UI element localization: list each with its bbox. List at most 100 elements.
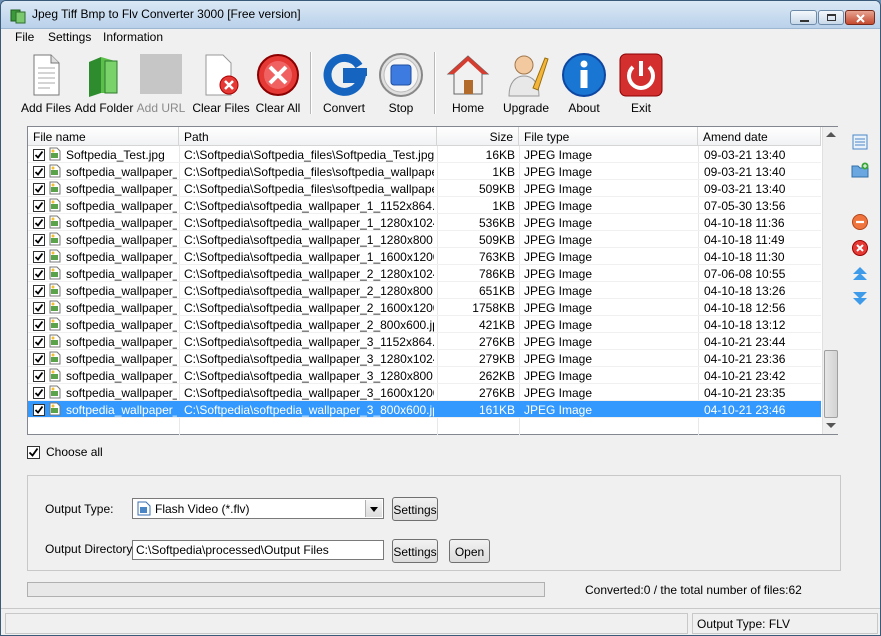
- image-file-icon: [49, 317, 61, 331]
- file-list-header: File name Path Size File type Amend date: [28, 127, 821, 146]
- stop-button[interactable]: Stop: [378, 52, 424, 118]
- output-type-settings-button[interactable]: Settings: [392, 497, 438, 521]
- menu-information[interactable]: Information: [103, 30, 163, 44]
- clear-all-button[interactable]: Clear All: [255, 52, 301, 118]
- output-directory-label: Output Directory:: [45, 542, 136, 556]
- row-checkbox[interactable]: [33, 200, 45, 212]
- row-checkbox[interactable]: [33, 404, 45, 416]
- row-checkbox[interactable]: [33, 285, 45, 297]
- add-url-label: Add URL: [136, 101, 186, 115]
- table-row[interactable]: softpedia_wallpaper_... C:\Softpedia\Soft…: [28, 180, 821, 197]
- clear-all-label: Clear All: [255, 101, 301, 115]
- file-list[interactable]: File name Path Size File type Amend date…: [27, 126, 838, 435]
- column-header-path[interactable]: Path: [179, 127, 437, 146]
- row-checkbox[interactable]: [33, 217, 45, 229]
- table-row[interactable]: softpedia_wallpaper_... C:\Softpedia\soft…: [28, 316, 821, 333]
- cell-name: softpedia_wallpaper_...: [66, 267, 177, 281]
- column-header-file-type[interactable]: File type: [519, 127, 698, 146]
- row-checkbox[interactable]: [33, 149, 45, 161]
- output-directory-field[interactable]: C:\Softpedia\processed\Output Files: [132, 540, 384, 560]
- clear-files-button[interactable]: Clear Files: [192, 52, 250, 118]
- table-row[interactable]: softpedia_wallpaper_... C:\Softpedia\soft…: [28, 333, 821, 350]
- add-url-button[interactable]: Add URL: [137, 52, 185, 118]
- table-row[interactable]: softpedia_wallpaper_... C:\Softpedia\soft…: [28, 401, 821, 418]
- table-row[interactable]: softpedia_wallpaper_... C:\Softpedia\soft…: [28, 350, 821, 367]
- image-file-icon: [49, 351, 61, 365]
- maximize-button[interactable]: [818, 10, 844, 25]
- output-directory-settings-button[interactable]: Settings: [392, 539, 438, 563]
- column-header-size[interactable]: Size: [437, 127, 519, 146]
- row-checkbox[interactable]: [33, 234, 45, 246]
- home-button[interactable]: Home: [445, 52, 491, 118]
- title-bar[interactable]: Jpeg Tiff Bmp to Flv Converter 3000 [Fre…: [1, 1, 880, 29]
- list-view-icon[interactable]: [851, 133, 869, 151]
- add-folder-small-icon[interactable]: [851, 161, 869, 179]
- cell-name: softpedia_wallpaper_...: [66, 233, 177, 247]
- about-button[interactable]: About: [561, 52, 607, 118]
- status-bar: Output Type: FLV: [1, 608, 880, 635]
- table-row[interactable]: softpedia_wallpaper_... C:\Softpedia\soft…: [28, 197, 821, 214]
- table-row[interactable]: softpedia_wallpaper_... C:\Softpedia\soft…: [28, 299, 821, 316]
- row-checkbox[interactable]: [33, 353, 45, 365]
- exit-button[interactable]: Exit: [618, 52, 664, 118]
- table-row[interactable]: softpedia_wallpaper_... C:\Softpedia\Soft…: [28, 163, 821, 180]
- remove-icon[interactable]: [851, 213, 869, 231]
- cell-path: C:\Softpedia\softpedia_wallpaper_1_1600x…: [184, 250, 434, 264]
- row-checkbox[interactable]: [33, 319, 45, 331]
- delete-icon[interactable]: [851, 239, 869, 257]
- move-up-icon[interactable]: [851, 265, 869, 283]
- table-row[interactable]: softpedia_wallpaper_... C:\Softpedia\soft…: [28, 231, 821, 248]
- status-panel-main: [5, 613, 688, 634]
- check-icon: [34, 286, 44, 295]
- table-row[interactable]: softpedia_wallpaper_... C:\Softpedia\soft…: [28, 282, 821, 299]
- row-checkbox[interactable]: [33, 166, 45, 178]
- menu-settings[interactable]: Settings: [48, 30, 91, 44]
- cell-path: C:\Softpedia\softpedia_wallpaper_3_1280x…: [184, 369, 434, 383]
- url-icon: [140, 54, 182, 94]
- close-button[interactable]: [845, 10, 875, 25]
- row-checkbox[interactable]: [33, 387, 45, 399]
- cell-size: 1KB: [492, 165, 515, 179]
- column-header-file-name[interactable]: File name: [28, 127, 179, 146]
- cell-name: softpedia_wallpaper_...: [66, 182, 177, 196]
- table-row[interactable]: softpedia_wallpaper_... C:\Softpedia\soft…: [28, 384, 821, 401]
- file-list-scrollbar[interactable]: [822, 127, 838, 434]
- cell-size: 276KB: [478, 386, 515, 400]
- output-settings-panel: Output Type: Flash Video (*.flv) Setting…: [27, 475, 841, 571]
- row-checkbox[interactable]: [33, 336, 45, 348]
- check-icon: [34, 252, 44, 261]
- table-row[interactable]: softpedia_wallpaper_... C:\Softpedia\soft…: [28, 248, 821, 265]
- check-icon: [34, 371, 44, 380]
- row-checkbox[interactable]: [33, 302, 45, 314]
- cell-date: 04-10-21 23:36: [704, 352, 786, 366]
- table-row[interactable]: softpedia_wallpaper_... C:\Softpedia\soft…: [28, 265, 821, 282]
- output-type-select[interactable]: Flash Video (*.flv): [132, 498, 384, 519]
- cell-date: 04-10-18 13:26: [704, 284, 786, 298]
- table-row[interactable]: Softpedia_Test.jpg C:\Softpedia\Softpedia…: [28, 146, 821, 163]
- upgrade-button[interactable]: Upgrade: [502, 52, 550, 118]
- open-button[interactable]: Open: [449, 539, 490, 563]
- info-icon: [562, 53, 606, 97]
- scroll-up-arrow[interactable]: [826, 132, 836, 137]
- table-row[interactable]: softpedia_wallpaper_... C:\Softpedia\soft…: [28, 214, 821, 231]
- row-checkbox[interactable]: [33, 251, 45, 263]
- row-checkbox[interactable]: [33, 183, 45, 195]
- cell-type: JPEG Image: [524, 335, 593, 349]
- table-row[interactable]: softpedia_wallpaper_... C:\Softpedia\soft…: [28, 367, 821, 384]
- row-checkbox[interactable]: [33, 268, 45, 280]
- app-icon: [10, 9, 26, 24]
- add-files-button[interactable]: Add Files: [21, 52, 71, 118]
- convert-button[interactable]: Convert: [321, 52, 367, 118]
- column-header-amend-date[interactable]: Amend date: [698, 127, 821, 146]
- cell-type: JPEG Image: [524, 352, 593, 366]
- scroll-thumb[interactable]: [824, 350, 838, 418]
- scroll-down-arrow[interactable]: [826, 423, 836, 428]
- chevron-down-icon[interactable]: [365, 500, 382, 517]
- toolbar: Add Files Add Folder Add URL Clear Files: [1, 47, 880, 121]
- choose-all-box[interactable]: [27, 446, 40, 459]
- add-folder-button[interactable]: Add Folder: [75, 52, 133, 118]
- move-down-icon[interactable]: [851, 289, 869, 307]
- minimize-button[interactable]: [790, 10, 817, 25]
- menu-file[interactable]: File: [15, 30, 34, 44]
- row-checkbox[interactable]: [33, 370, 45, 382]
